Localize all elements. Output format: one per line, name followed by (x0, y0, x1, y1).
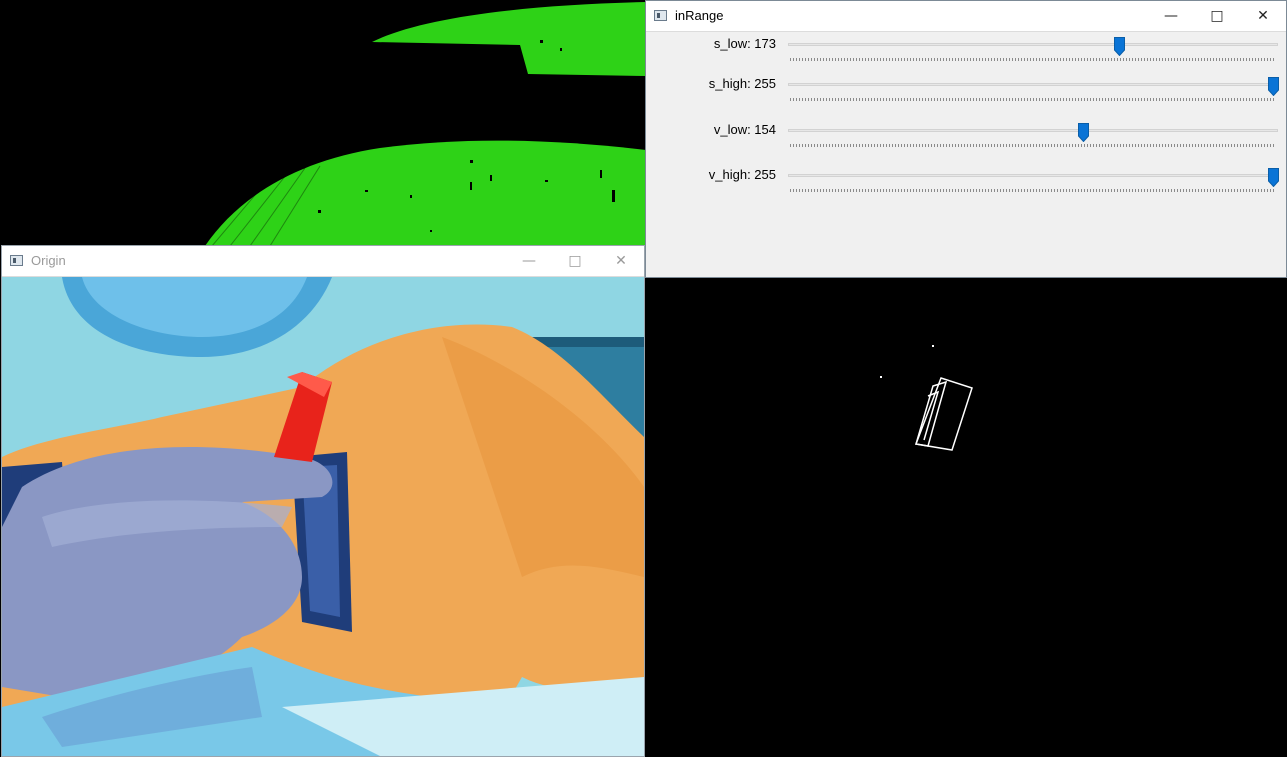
maximize-icon[interactable]: □ (552, 246, 598, 276)
trackbar-groove[interactable] (788, 83, 1278, 86)
trackbar-label: v_low: 154 (713, 122, 776, 137)
trackbar-groove[interactable] (788, 43, 1278, 46)
close-icon[interactable]: ✕ (598, 246, 644, 276)
trackbar-s-high[interactable]: s_high: 255 (646, 72, 1286, 112)
trackbar-thumb[interactable] (1268, 168, 1279, 187)
minimize-icon[interactable]: — (1148, 1, 1194, 31)
trackbar-thumb[interactable] (1268, 77, 1279, 96)
trackbar-ticks (790, 189, 1276, 192)
close-icon[interactable]: ✕ (1240, 1, 1286, 31)
inrange-titlebar[interactable]: inRange — □ ✕ (646, 1, 1286, 32)
trackbar-thumb[interactable] (1077, 123, 1089, 142)
trackbar-label: s_high: 255 (708, 76, 776, 91)
trackbar-groove[interactable] (788, 174, 1278, 177)
binary-mask-image (880, 345, 973, 451)
trackbar-v-low[interactable]: v_low: 154 (646, 118, 1286, 158)
trackbar-panel: s_low: 173 s_high: 255 v_low: 154 v_high… (646, 32, 1286, 277)
app-window-icon (10, 255, 23, 266)
inrange-window[interactable]: inRange — □ ✕ s_low: 173 s_high: 255 v_l… (645, 0, 1287, 278)
origin-titlebar[interactable]: Origin — □ ✕ (2, 246, 644, 277)
background-mask-view (0, 0, 646, 246)
trackbar-label: v_high: 255 (708, 167, 776, 182)
trackbar-ticks (790, 98, 1276, 101)
camera-feed-image (2, 277, 644, 756)
trackbar-ticks (790, 58, 1276, 61)
origin-window[interactable]: Origin — □ ✕ (1, 245, 645, 757)
trackbar-thumb[interactable] (1113, 37, 1125, 56)
origin-window-title: Origin (31, 253, 66, 268)
app-window-icon (654, 10, 667, 21)
inrange-result-view (646, 278, 1287, 757)
trackbar-groove[interactable] (788, 129, 1278, 132)
trackbar-label: s_low: 173 (713, 36, 776, 51)
trackbar-ticks (790, 144, 1276, 147)
trackbar-v-high[interactable]: v_high: 255 (646, 163, 1286, 203)
camera-frame (2, 277, 644, 756)
minimize-icon[interactable]: — (506, 246, 552, 276)
trackbar-s-low[interactable]: s_low: 173 (646, 32, 1286, 72)
green-mask-image (205, 2, 646, 246)
maximize-icon[interactable]: □ (1194, 1, 1240, 31)
inrange-window-title: inRange (675, 8, 724, 23)
